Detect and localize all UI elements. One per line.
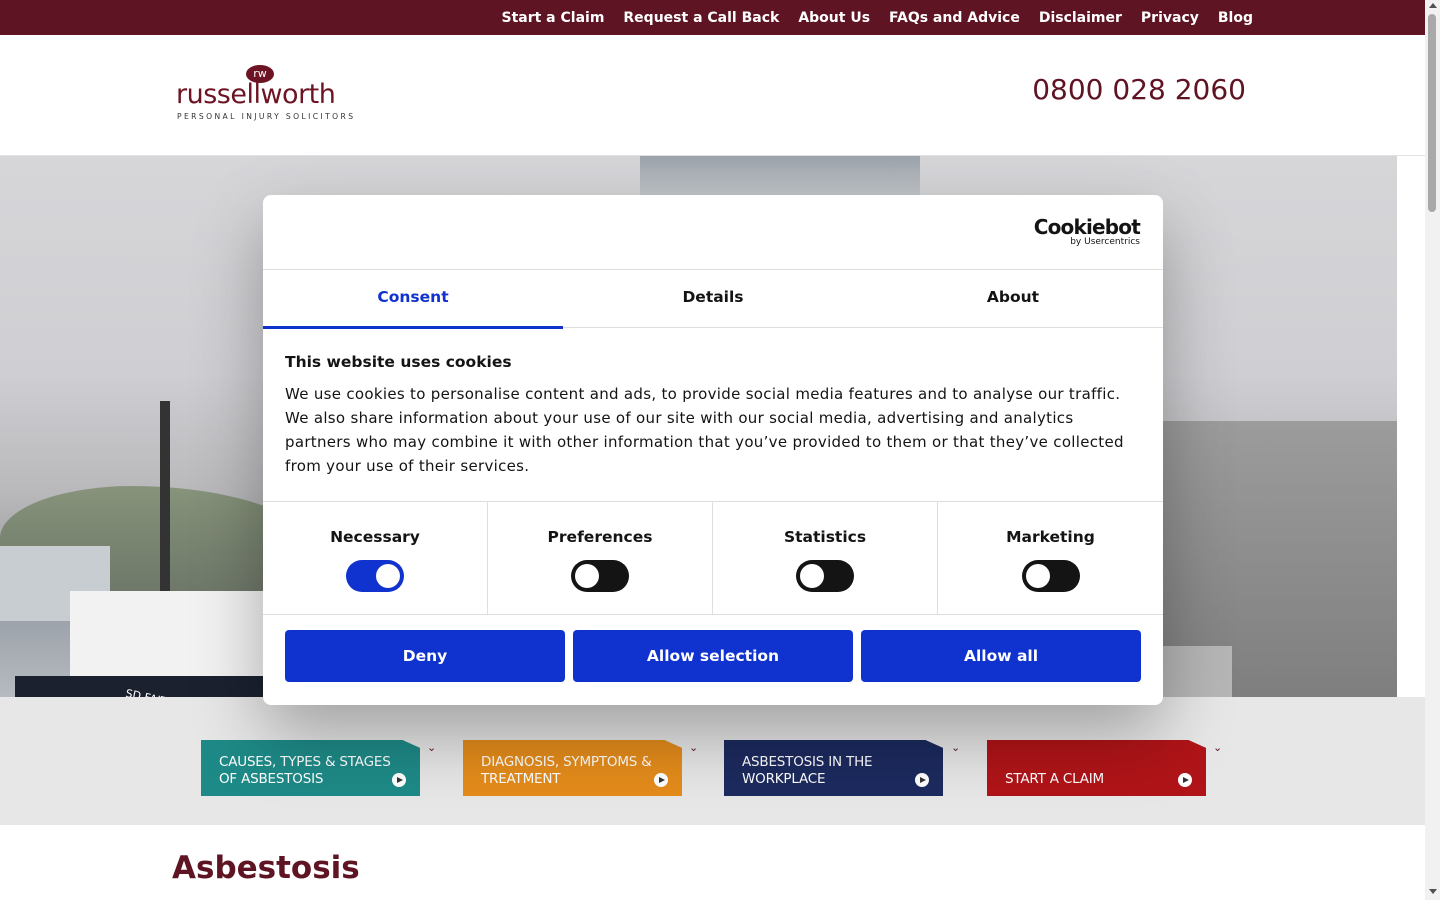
category-label: ASBESTOSIS IN THE WORKPLACE bbox=[742, 754, 873, 787]
dialog-buttons: Deny Allow selection Allow all bbox=[285, 630, 1141, 682]
cookiebot-logo: Cookiebot by Usercentrics bbox=[1033, 215, 1141, 248]
allow-selection-button[interactable]: Allow selection bbox=[573, 630, 853, 682]
cookie-consent-dialog: Cookiebot by Usercentrics Consent Detail… bbox=[263, 195, 1163, 705]
tug-mast bbox=[160, 401, 170, 601]
toggle-group-statistics: Statistics bbox=[713, 502, 938, 614]
logo-wordmark: russellworth bbox=[176, 79, 336, 110]
scroll-down-arrow-icon[interactable] bbox=[1429, 889, 1437, 894]
marketing-toggle[interactable] bbox=[1021, 560, 1080, 592]
category-strip: CAUSES, TYPES & STAGES OF ASBESTOSIS ⌄ D… bbox=[0, 697, 1425, 825]
allow-all-button[interactable]: Allow all bbox=[861, 630, 1141, 682]
page-title: Asbestosis bbox=[172, 850, 360, 886]
dialog-tabs: Consent Details About bbox=[263, 270, 1163, 329]
category-causes-types-stages[interactable]: CAUSES, TYPES & STAGES OF ASBESTOSIS bbox=[201, 740, 420, 796]
tab-about[interactable]: About bbox=[863, 270, 1163, 328]
preferences-toggle[interactable] bbox=[571, 560, 629, 592]
play-circle-icon bbox=[1178, 773, 1192, 787]
category-asbestosis-workplace[interactable]: ASBESTOSIS IN THE WORKPLACE bbox=[724, 740, 943, 796]
chevron-down-icon[interactable]: ⌄ bbox=[1213, 742, 1225, 754]
phone-number[interactable]: 0800 028 2060 bbox=[1032, 73, 1246, 106]
play-circle-icon bbox=[392, 773, 406, 787]
logo-tagline: PERSONAL INJURY SOLICITORS bbox=[177, 112, 356, 121]
dialog-header: Cookiebot by Usercentrics bbox=[263, 195, 1163, 270]
consent-toggles: Necessary Preferences Statistics Marketi… bbox=[263, 501, 1163, 615]
deny-button[interactable]: Deny bbox=[285, 630, 565, 682]
scroll-up-arrow-icon[interactable] bbox=[1429, 3, 1437, 8]
dialog-title: This website uses cookies bbox=[285, 353, 512, 371]
play-circle-icon bbox=[915, 773, 929, 787]
tab-details[interactable]: Details bbox=[563, 270, 863, 328]
category-label: START A CLAIM bbox=[1005, 771, 1104, 787]
necessary-toggle[interactable] bbox=[346, 560, 404, 592]
dialog-body-text: We use cookies to personalise content an… bbox=[285, 385, 1124, 475]
nav-faqs-advice[interactable]: FAQs and Advice bbox=[889, 10, 1020, 26]
scrollbar-thumb[interactable] bbox=[1428, 14, 1436, 212]
category-start-a-claim[interactable]: START A CLAIM bbox=[987, 740, 1206, 796]
toggle-label: Preferences bbox=[547, 528, 653, 546]
toggle-label: Statistics bbox=[783, 528, 867, 546]
cookiebot-brand: Cookiebot bbox=[1033, 215, 1141, 239]
chevron-down-icon[interactable]: ⌄ bbox=[427, 742, 439, 754]
warship-hull bbox=[1152, 646, 1232, 697]
toggle-group-necessary: Necessary bbox=[263, 502, 488, 614]
chevron-down-icon[interactable]: ⌄ bbox=[951, 742, 963, 754]
category-label: CAUSES, TYPES & STAGES OF ASBESTOSIS bbox=[219, 754, 391, 787]
top-nav: Start a Claim Request a Call Back About … bbox=[501, 0, 1253, 35]
chevron-down-icon[interactable]: ⌄ bbox=[689, 742, 701, 754]
tab-consent[interactable]: Consent bbox=[263, 270, 563, 329]
nav-about-us[interactable]: About Us bbox=[798, 10, 870, 26]
nav-disclaimer[interactable]: Disclaimer bbox=[1039, 10, 1122, 26]
top-bar: Start a Claim Request a Call Back About … bbox=[0, 0, 1425, 35]
nav-privacy[interactable]: Privacy bbox=[1141, 10, 1199, 26]
category-diagnosis-symptoms-treatment[interactable]: DIAGNOSIS, SYMPTOMS & TREATMENT bbox=[463, 740, 682, 796]
toggle-group-preferences: Preferences bbox=[488, 502, 713, 614]
category-label: DIAGNOSIS, SYMPTOMS & TREATMENT bbox=[481, 754, 652, 787]
site-header: rw russellworth PERSONAL INJURY SOLICITO… bbox=[0, 35, 1425, 156]
statistics-toggle[interactable] bbox=[796, 560, 854, 592]
nav-request-call-back[interactable]: Request a Call Back bbox=[623, 10, 779, 26]
toggle-label: Necessary bbox=[330, 528, 420, 546]
nav-start-a-claim[interactable]: Start a Claim bbox=[501, 10, 604, 26]
tug-superstructure bbox=[70, 591, 270, 686]
toggle-label: Marketing bbox=[1006, 528, 1095, 546]
nav-blog[interactable]: Blog bbox=[1218, 10, 1253, 26]
toggle-group-marketing: Marketing bbox=[938, 502, 1163, 614]
tug-hull: SD FAITHFUL bbox=[15, 676, 275, 697]
tug-name: SD FAITHFUL bbox=[124, 687, 196, 697]
play-circle-icon bbox=[654, 773, 668, 787]
site-logo[interactable]: rw russellworth PERSONAL INJURY SOLICITO… bbox=[176, 63, 356, 125]
